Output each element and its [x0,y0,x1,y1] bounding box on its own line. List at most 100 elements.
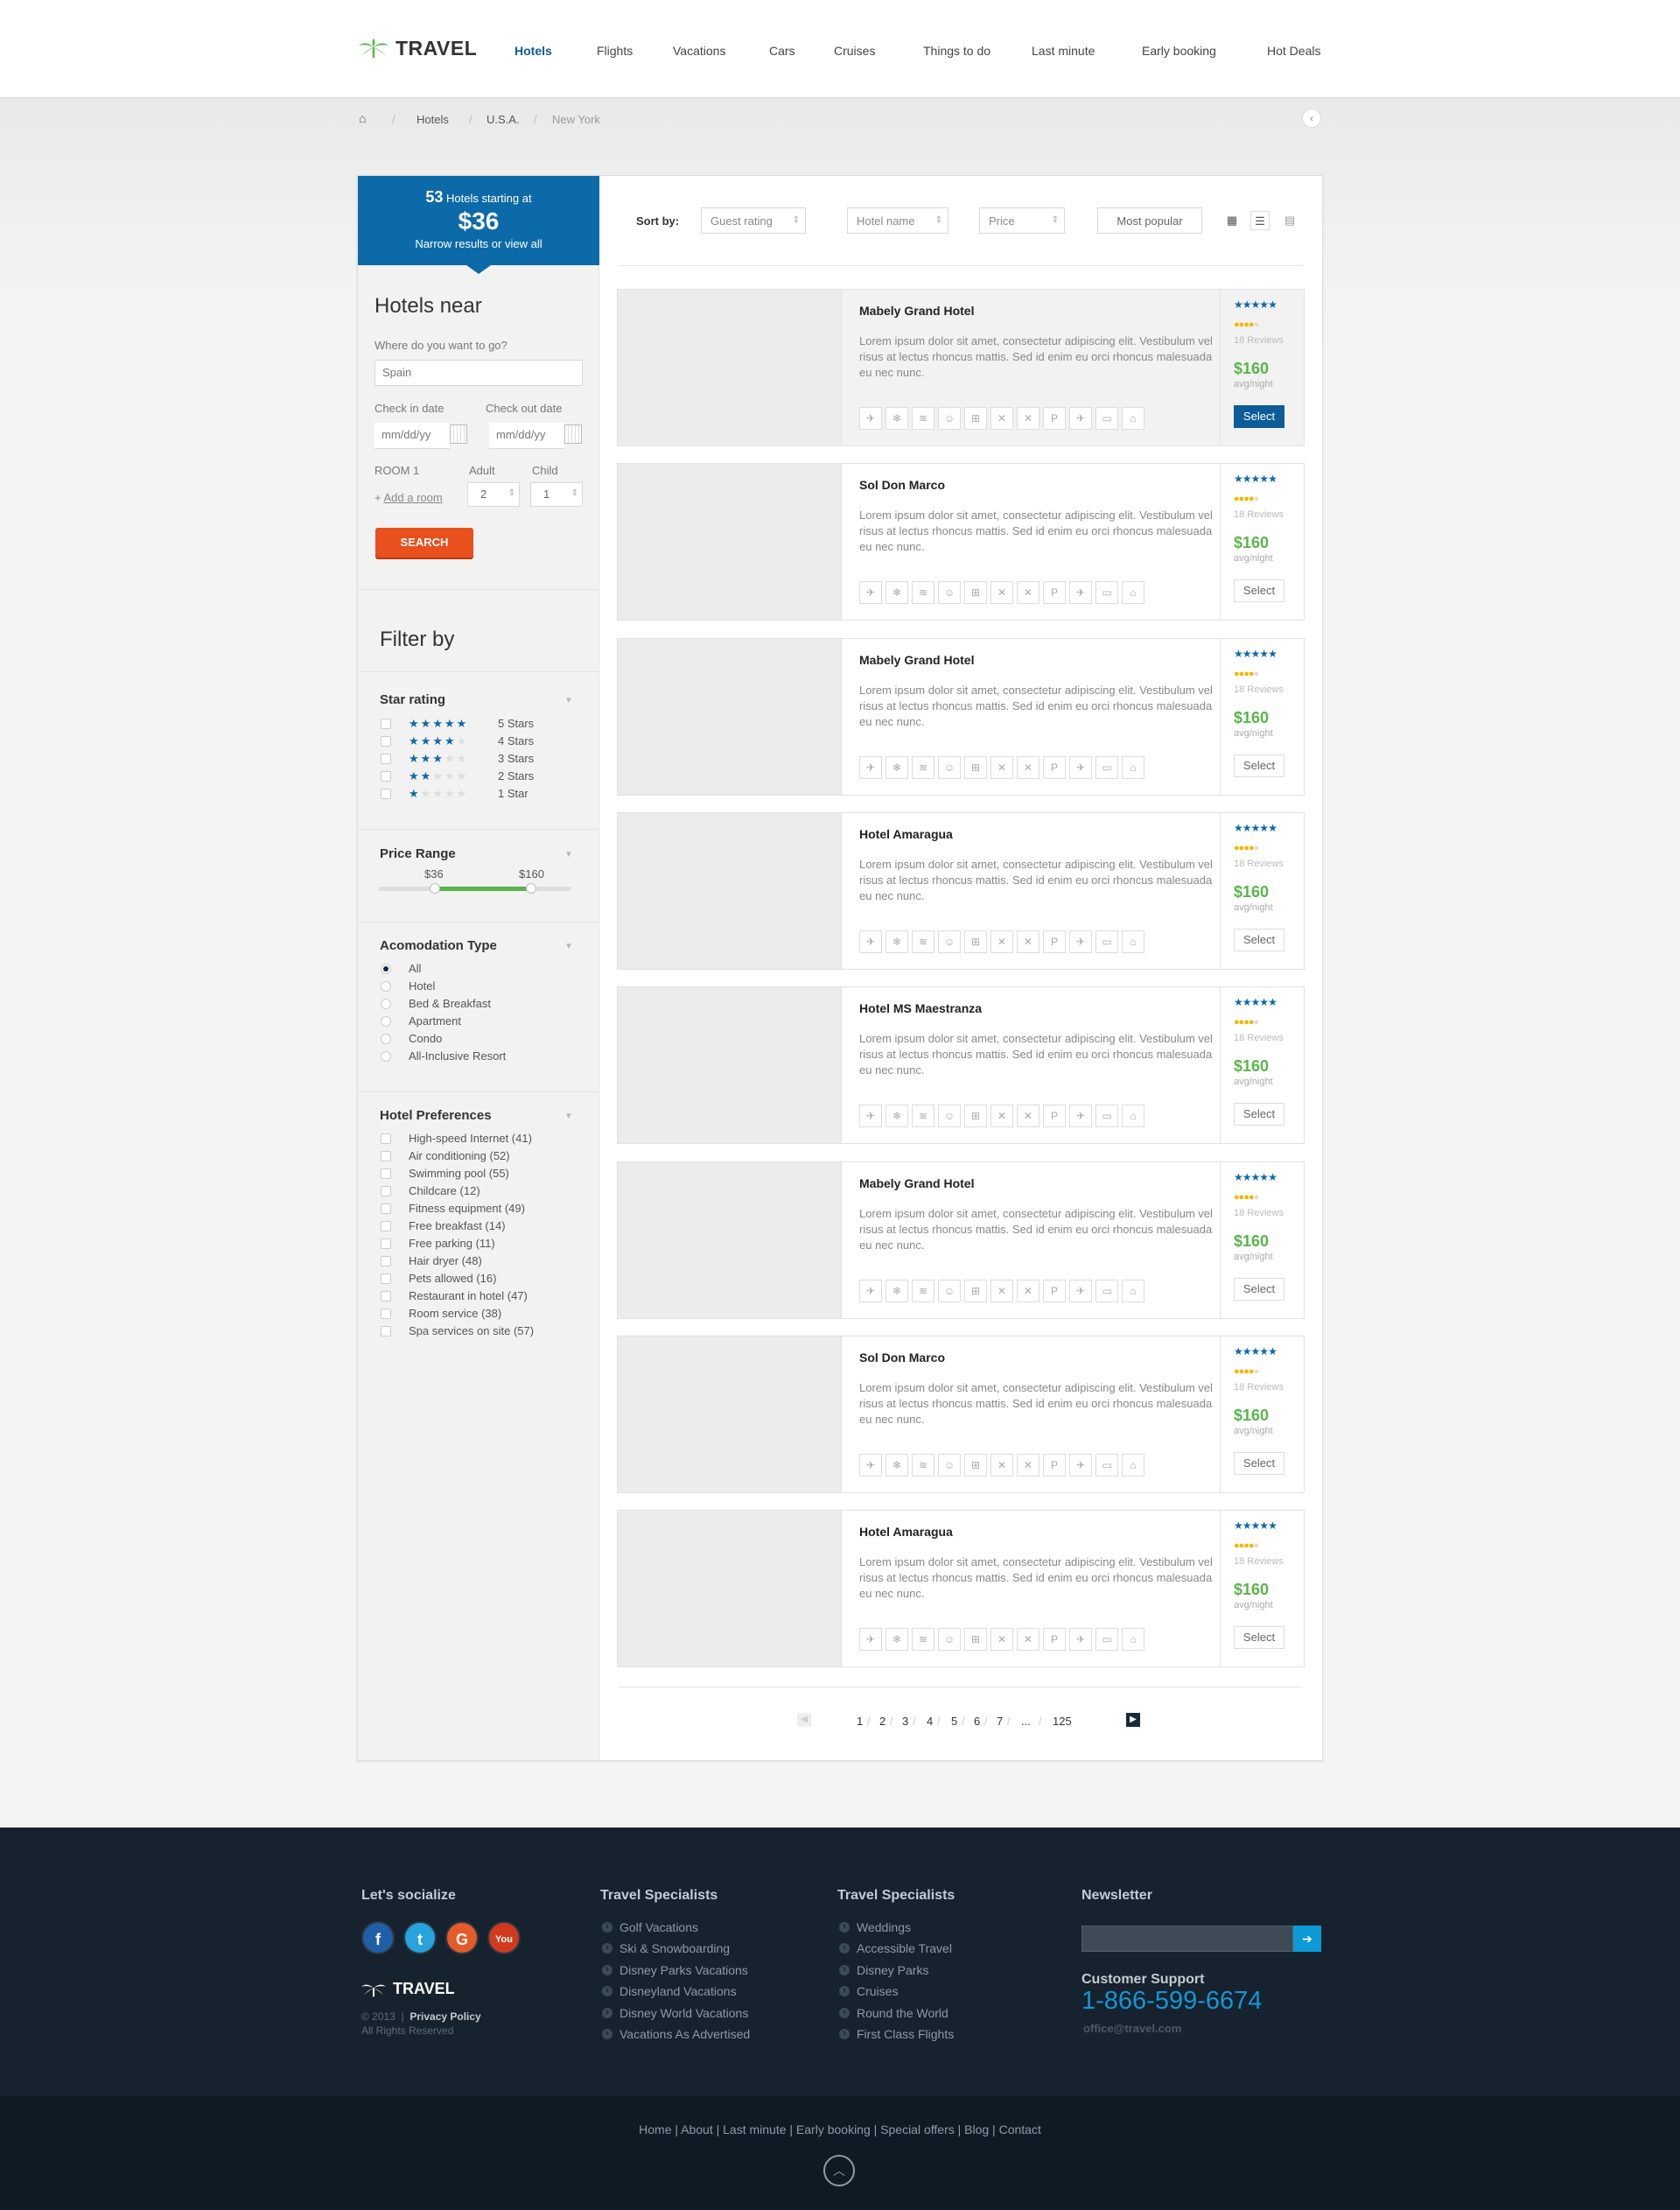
accommodation-radio[interactable] [381,999,391,1009]
hotel-card[interactable]: Hotel MS Maestranza Lorem ipsum dolor sit… [617,986,1305,1145]
hotel-name[interactable]: Hotel Amaragua [859,827,953,841]
youtube-icon[interactable]: You [487,1921,521,1954]
newsletter-submit-arrow-icon[interactable]: ➔ [1293,1926,1321,1952]
page-link[interactable]: 5 [951,1715,957,1728]
price-slider-min-handle[interactable] [429,883,440,894]
star-filter-checkbox[interactable] [381,719,391,729]
hotel-image[interactable] [618,812,842,969]
reviews-count[interactable]: 18 Reviews [1234,859,1284,869]
star-filter-checkbox[interactable] [381,771,391,782]
list-view-icon[interactable]: ☰ [1250,211,1270,230]
star-filter-checkbox[interactable] [381,736,391,747]
footer-link[interactable]: Disneyland Vacations [602,1984,737,1998]
hotel-name[interactable]: Mabely Grand Hotel [859,304,974,318]
hotel-card[interactable]: Sol Don Marco Lorem ipsum dolor sit amet,… [617,1335,1305,1493]
page-link[interactable]: 3 [902,1715,908,1728]
prev-page-icon[interactable]: ◀ [797,1713,811,1727]
sort-guest-rating[interactable]: Guest rating [701,207,806,234]
calendar-icon[interactable] [564,424,582,444]
breadcrumb-usa[interactable]: U.S.A. [486,113,520,126]
footer-link[interactable]: Disney Parks [839,1963,928,1977]
hotel-card[interactable]: Hotel Amaragua Lorem ipsum dolor sit amet… [617,811,1305,970]
hotel-image[interactable] [618,1161,842,1318]
sort-price[interactable]: Price [979,207,1065,234]
next-page-icon[interactable]: ▶ [1126,1713,1140,1727]
search-button[interactable]: SEARCH [375,528,473,558]
privacy-policy-link[interactable]: Privacy Policy [410,2010,480,2023]
chevron-down-icon[interactable]: ▼ [564,850,573,859]
page-link[interactable]: 125 [1053,1715,1072,1728]
accommodation-title[interactable]: Acomodation Type [380,938,497,953]
sort-most-popular[interactable]: Most popular [1097,207,1202,234]
nav-flights[interactable]: Flights [597,44,633,58]
breadcrumb-hotels[interactable]: Hotels [416,113,449,126]
footer-link[interactable]: First Class Flights [839,2027,954,2041]
hotel-name[interactable]: Mabely Grand Hotel [859,1176,974,1190]
nav-hot-deals[interactable]: Hot Deals [1267,44,1320,58]
hotel-image[interactable] [618,638,842,795]
footer-link[interactable]: Disney Parks Vacations [602,1963,748,1977]
nav-hotels[interactable]: Hotels [514,44,552,58]
select-button[interactable]: Select [1234,928,1284,951]
star-filter-checkbox[interactable] [381,789,391,799]
preference-checkbox[interactable] [381,1291,391,1301]
footer-link[interactable]: Golf Vacations [602,1920,698,1934]
reviews-count[interactable]: 18 Reviews [1234,509,1284,520]
nav-last-minute[interactable]: Last minute [1032,44,1095,58]
price-slider-max-handle[interactable] [525,883,536,894]
select-button[interactable]: Select [1234,579,1284,603]
adult-select[interactable]: 2 [467,482,520,507]
footer-link[interactable]: Disney World Vacations [602,2006,748,2020]
nav-vacations[interactable]: Vacations [673,44,725,58]
facebook-icon[interactable]: f [361,1921,395,1954]
table-view-icon[interactable]: ▤ [1280,211,1299,230]
star-filter-checkbox[interactable] [381,754,391,764]
child-select[interactable]: 1 [530,482,583,507]
accommodation-radio[interactable] [381,1034,391,1044]
page-link[interactable]: 6 [974,1715,980,1728]
hotel-name[interactable]: Sol Don Marco [859,1351,945,1365]
preferences-title[interactable]: Hotel Preferences [380,1108,492,1123]
footer-link[interactable]: Vacations As Advertised [602,2027,750,2041]
hotel-image[interactable] [618,464,842,621]
nav-cars[interactable]: Cars [769,44,795,58]
hotel-name[interactable]: Sol Don Marco [859,478,945,492]
hotel-card[interactable]: Hotel Amaragua Lorem ipsum dolor sit amet… [617,1510,1305,1668]
scroll-top-icon[interactable]: ︿ [823,2155,855,2186]
back-arrow-icon[interactable]: ‹ [1302,109,1321,128]
sort-hotel-name[interactable]: Hotel name [847,207,948,234]
select-button[interactable]: Select [1234,405,1284,428]
footer-link[interactable]: Cruises [839,1984,898,1998]
reviews-count[interactable]: 18 Reviews [1234,1208,1284,1218]
nav-cruises[interactable]: Cruises [834,44,875,58]
accommodation-radio[interactable] [381,981,391,992]
page-link[interactable]: 7 [997,1715,1003,1728]
reviews-count[interactable]: 18 Reviews [1234,1556,1284,1567]
select-button[interactable]: Select [1234,754,1284,777]
preference-checkbox[interactable] [381,1133,391,1144]
grid-view-icon[interactable]: ▦ [1222,211,1242,230]
preference-checkbox[interactable] [381,1273,391,1284]
hotel-card[interactable]: Sol Don Marco Lorem ipsum dolor sit amet,… [617,463,1305,621]
hotel-name[interactable]: Mabely Grand Hotel [859,653,974,667]
footer-link[interactable]: Accessible Travel [839,1941,952,1955]
nav-things-to-do[interactable]: Things to do [923,44,990,58]
preference-checkbox[interactable] [381,1308,391,1319]
narrow-results-link[interactable]: Narrow results or view all [358,237,599,250]
chevron-down-icon[interactable]: ▼ [564,1112,573,1121]
destination-input[interactable]: Spain [374,360,583,386]
checkout-input[interactable]: mm/dd/yy [489,423,564,449]
accommodation-radio[interactable] [381,1051,391,1062]
preference-checkbox[interactable] [381,1221,391,1231]
logo[interactable]: TRAVEL [359,37,477,60]
chevron-down-icon[interactable]: ▼ [564,696,573,705]
hotels-count-banner[interactable]: 53 Hotels starting at $36 Narrow results… [358,176,599,265]
reviews-count[interactable]: 18 Reviews [1234,684,1284,695]
price-slider[interactable] [379,883,571,894]
preference-checkbox[interactable] [381,1151,391,1161]
add-room-link[interactable]: + Add a room [374,491,443,504]
preference-checkbox[interactable] [381,1168,391,1179]
hotel-image[interactable] [618,1511,842,1667]
footer-link[interactable]: Ski & Snowboarding [602,1941,730,1955]
accommodation-radio[interactable] [381,964,391,974]
